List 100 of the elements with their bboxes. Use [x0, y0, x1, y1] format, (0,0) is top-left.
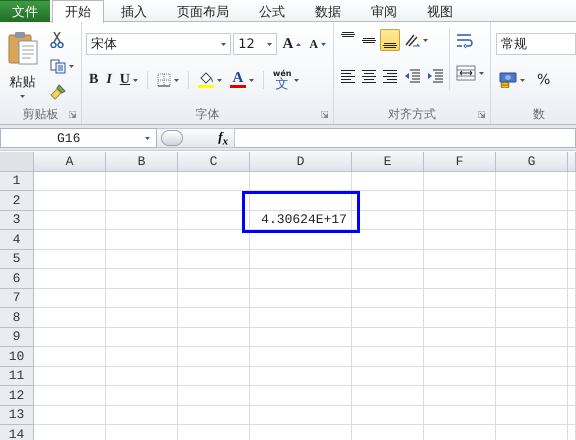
grid-cell[interactable] — [352, 230, 424, 250]
underline-button[interactable]: U — [116, 69, 141, 91]
grid-cell[interactable] — [34, 308, 106, 328]
row-header[interactable]: 2 — [0, 191, 34, 210]
grid-cell[interactable] — [34, 230, 106, 250]
grid-cell[interactable] — [424, 288, 496, 308]
row-header[interactable]: 3 — [0, 210, 34, 230]
grid-cell[interactable] — [106, 210, 178, 230]
grid-cell[interactable] — [568, 308, 576, 328]
grid-cell[interactable] — [34, 250, 106, 269]
grid-cell[interactable] — [250, 191, 352, 210]
grid-cell[interactable] — [106, 230, 178, 250]
row-header[interactable]: 7 — [0, 288, 34, 308]
ribbon-tab[interactable]: 视图 — [414, 0, 466, 22]
ribbon-tab[interactable]: 开始 — [52, 0, 104, 23]
grid-cell[interactable] — [34, 210, 106, 230]
grid-cell[interactable] — [250, 250, 352, 269]
grid-cell[interactable] — [34, 191, 106, 210]
column-header[interactable]: B — [106, 152, 178, 172]
grid-cell[interactable] — [178, 308, 250, 328]
grid-cell[interactable] — [568, 347, 576, 366]
grid-cell[interactable] — [352, 366, 424, 386]
grid-cell[interactable] — [106, 288, 178, 308]
select-all-corner[interactable] — [0, 152, 34, 172]
row-header[interactable]: 13 — [0, 406, 34, 425]
grid-cell[interactable] — [250, 386, 352, 406]
grid-cell[interactable] — [496, 210, 568, 230]
column-header[interactable]: D — [250, 152, 352, 172]
column-header[interactable]: C — [178, 152, 250, 172]
column-header[interactable]: G — [496, 152, 568, 172]
grid-cell[interactable] — [496, 269, 568, 288]
grid-cell[interactable] — [178, 347, 250, 366]
grid-cell[interactable] — [568, 406, 576, 425]
percent-button[interactable]: % — [534, 69, 554, 91]
grid-cell[interactable] — [106, 366, 178, 386]
grid-cell[interactable] — [178, 386, 250, 406]
grid-cell[interactable] — [178, 230, 250, 250]
grid-cell[interactable] — [106, 386, 178, 406]
column-header[interactable]: F — [424, 152, 496, 172]
grid-cell[interactable] — [424, 386, 496, 406]
grid-cell[interactable] — [178, 406, 250, 425]
grid-cell[interactable] — [178, 269, 250, 288]
grid-cell[interactable] — [424, 328, 496, 347]
grid-cell[interactable] — [568, 328, 576, 347]
font-color-button[interactable]: A — [226, 69, 257, 91]
grid-cell[interactable] — [424, 230, 496, 250]
row-header[interactable]: 8 — [0, 308, 34, 328]
row-header[interactable]: 12 — [0, 386, 34, 406]
grow-font-button[interactable]: A — [279, 33, 304, 55]
grid-cell[interactable] — [352, 191, 424, 210]
grid-cell[interactable] — [352, 288, 424, 308]
grid-cell[interactable] — [250, 230, 352, 250]
font-name-field[interactable]: 宋体 — [86, 33, 232, 55]
font-size-field[interactable]: 12 — [233, 33, 278, 55]
grid-cell[interactable] — [496, 328, 568, 347]
grid-cell[interactable] — [178, 288, 250, 308]
grid-cell[interactable] — [496, 308, 568, 328]
grid-cell[interactable] — [106, 308, 178, 328]
grid-cell[interactable] — [352, 386, 424, 406]
grid-cell[interactable] — [496, 191, 568, 210]
grid-cell[interactable] — [568, 210, 576, 230]
grid-cell[interactable] — [352, 347, 424, 366]
align-bottom-button[interactable] — [380, 29, 400, 51]
phonetic-guide-button[interactable]: wén 文 — [270, 69, 302, 91]
grid-cell[interactable] — [496, 230, 568, 250]
grid-cell[interactable] — [34, 347, 106, 366]
grid-cell[interactable] — [496, 172, 568, 191]
grid-cell[interactable] — [496, 406, 568, 425]
row-header[interactable]: 4 — [0, 230, 34, 250]
grid-cell[interactable] — [250, 172, 352, 191]
grid-cell[interactable] — [568, 386, 576, 406]
grid-cell[interactable] — [568, 230, 576, 250]
grid-cell[interactable] — [424, 308, 496, 328]
grid-cell[interactable] — [352, 210, 424, 230]
grid-cell[interactable] — [352, 269, 424, 288]
grid-cell[interactable] — [250, 406, 352, 425]
expand-handle-icon[interactable] — [161, 130, 183, 146]
grid-cell[interactable] — [34, 328, 106, 347]
column-header[interactable]: A — [34, 152, 106, 172]
grid-cell[interactable] — [106, 347, 178, 366]
grid-cell[interactable] — [424, 406, 496, 425]
grid-cell[interactable] — [424, 172, 496, 191]
row-header[interactable]: 1 — [0, 172, 34, 191]
shrink-font-button[interactable]: A — [306, 33, 329, 55]
ribbon-tab[interactable]: 文件 — [0, 0, 50, 22]
grid-cell[interactable] — [352, 328, 424, 347]
grid-cell[interactable] — [178, 250, 250, 269]
grid-cell[interactable] — [178, 328, 250, 347]
grid-cell[interactable] — [496, 288, 568, 308]
grid-cell[interactable] — [178, 191, 250, 210]
grid-cell[interactable] — [352, 250, 424, 269]
bold-button[interactable]: B — [86, 69, 102, 91]
ribbon-tab[interactable]: 页面布局 — [164, 0, 242, 22]
grid-cell[interactable] — [250, 308, 352, 328]
grid-cell[interactable] — [424, 269, 496, 288]
grid-cell[interactable] — [250, 328, 352, 347]
insert-function-button[interactable]: f$_{x}$ — [218, 128, 228, 148]
grid-cell[interactable] — [352, 308, 424, 328]
grid-cell[interactable]: 4.30624E+17 — [250, 210, 352, 230]
row-header[interactable]: 10 — [0, 347, 34, 366]
